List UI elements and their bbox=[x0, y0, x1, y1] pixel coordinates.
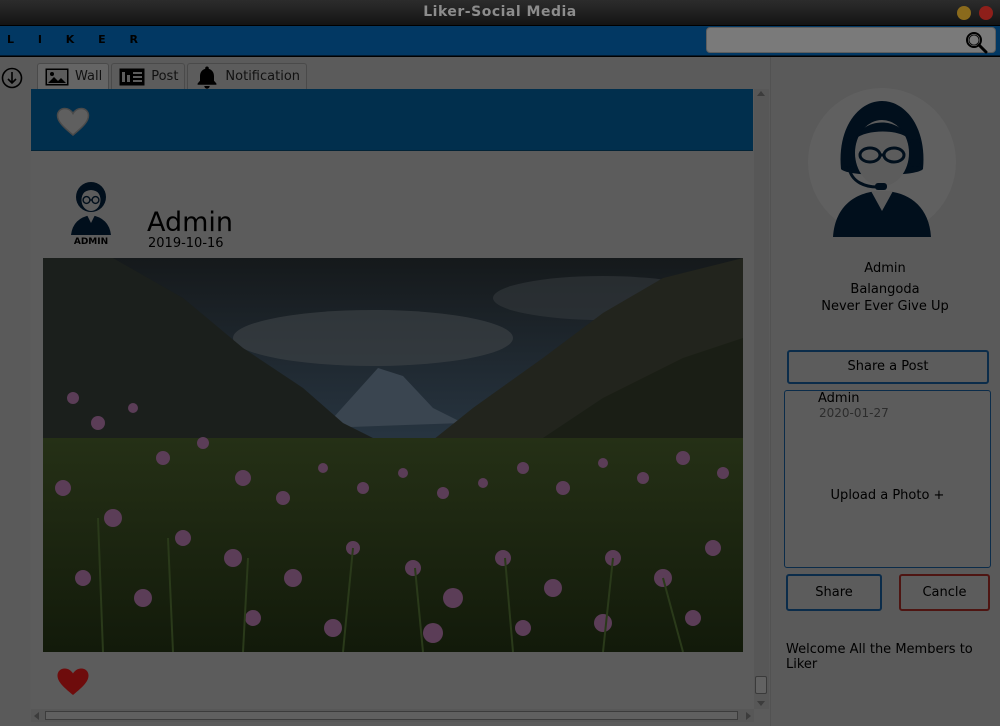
tab-notification[interactable]: Notification bbox=[187, 63, 308, 89]
bell-icon bbox=[198, 66, 217, 89]
profile-motto: Never Ever Give Up bbox=[821, 299, 949, 314]
tab-notification-label: Notification bbox=[225, 69, 301, 84]
cancel-button[interactable]: Cancle bbox=[899, 574, 990, 611]
profile-avatar[interactable] bbox=[807, 87, 957, 237]
window-titlebar: Liker-Social Media bbox=[0, 0, 1000, 26]
tab-wall-label: Wall bbox=[75, 69, 103, 84]
tab-post[interactable]: Post bbox=[111, 63, 186, 89]
profile-sidebar: Admin Balangoda Never Ever Give Up Share… bbox=[770, 57, 1000, 726]
window-title: Liker-Social Media bbox=[423, 4, 577, 20]
search-box[interactable] bbox=[706, 27, 996, 53]
wall-feed: ADMIN Admin 2019-10-16 bbox=[31, 89, 754, 709]
left-toolbar bbox=[0, 57, 30, 726]
image-icon bbox=[45, 68, 69, 85]
search-icon[interactable] bbox=[964, 30, 988, 54]
scroll-down-arrow-icon[interactable] bbox=[757, 701, 765, 706]
scroll-left-arrow-icon[interactable] bbox=[34, 712, 39, 720]
post-author-avatar[interactable]: ADMIN bbox=[65, 175, 117, 247]
composer-date: 2020-01-27 bbox=[819, 406, 889, 420]
scroll-track[interactable] bbox=[45, 711, 738, 720]
tab-wall[interactable]: Wall bbox=[37, 63, 110, 89]
main-window: Wall Post Notification ADMIN Admin 2019-… bbox=[0, 57, 1000, 726]
profile-name: Admin bbox=[864, 261, 906, 276]
composer-author: Admin bbox=[818, 391, 860, 406]
scroll-right-arrow-icon[interactable] bbox=[746, 712, 751, 720]
post-date: 2019-10-16 bbox=[148, 236, 224, 251]
post-image[interactable] bbox=[43, 258, 743, 652]
heart-outline-icon[interactable] bbox=[56, 107, 90, 137]
scroll-up-arrow-icon[interactable] bbox=[757, 91, 765, 96]
feed-horizontal-scrollbar[interactable] bbox=[31, 709, 754, 722]
minimize-button[interactable] bbox=[957, 6, 971, 20]
download-icon[interactable] bbox=[1, 67, 23, 89]
tab-bar: Wall Post Notification bbox=[37, 63, 309, 89]
welcome-message: Welcome All the Members to Liker bbox=[786, 642, 973, 672]
close-window-button[interactable] bbox=[979, 6, 993, 20]
post-icon bbox=[119, 68, 145, 85]
heart-icon[interactable] bbox=[56, 667, 90, 697]
upload-photo-button[interactable]: Upload a Photo + bbox=[785, 488, 990, 503]
profile-location: Balangoda bbox=[850, 282, 920, 297]
avatar-caption: ADMIN bbox=[74, 237, 108, 247]
post-author[interactable]: Admin bbox=[147, 207, 233, 238]
scroll-thumb[interactable] bbox=[755, 676, 767, 694]
share-button[interactable]: Share bbox=[786, 574, 882, 611]
post-composer[interactable]: Admin 2020-01-27 Upload a Photo + bbox=[784, 390, 991, 568]
feed-banner bbox=[31, 89, 753, 151]
share-a-post-button[interactable]: Share a Post bbox=[787, 350, 989, 384]
tab-post-label: Post bbox=[151, 69, 179, 84]
app-header: L I K E R bbox=[0, 26, 1000, 56]
feed-vertical-scrollbar[interactable] bbox=[754, 89, 769, 709]
search-input[interactable] bbox=[711, 30, 961, 50]
app-logo: L I K E R bbox=[7, 33, 148, 46]
